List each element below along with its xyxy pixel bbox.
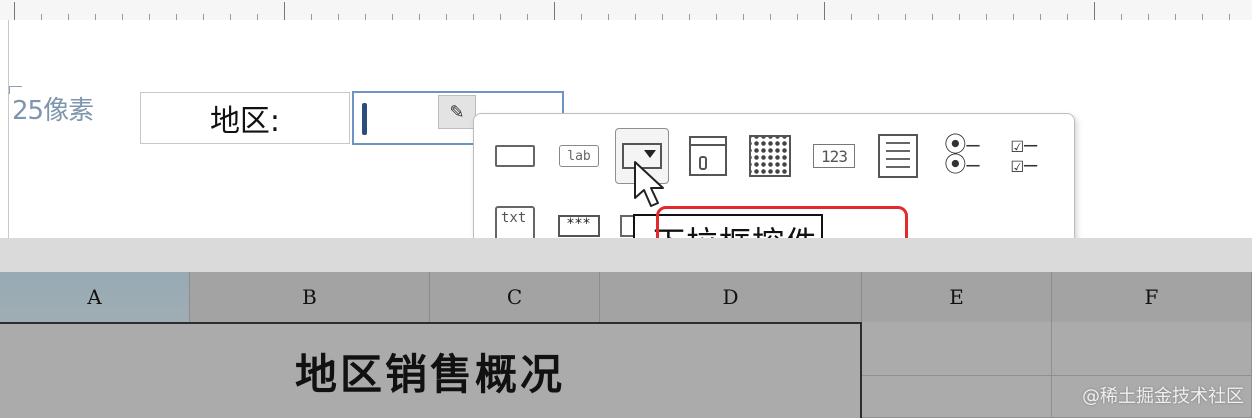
label-icon[interactable]: lab	[555, 132, 603, 180]
textarea-icon[interactable]	[874, 132, 922, 180]
number-icon-text: 123	[813, 144, 855, 168]
region-label-cell[interactable]: 地区:	[140, 92, 350, 144]
cell-e1[interactable]	[862, 322, 1052, 376]
column-header-c[interactable]: C	[430, 272, 600, 322]
label-icon-text: lab	[559, 145, 599, 167]
edit-pen-icon[interactable]: ✎	[438, 95, 476, 129]
ruler-tick	[14, 2, 15, 20]
password-icon-text: ***	[558, 215, 600, 237]
canvas-left-guide	[8, 20, 9, 238]
watermark: @稀土掘金技术社区	[1082, 386, 1244, 407]
ruler-tick	[554, 2, 555, 20]
text-box-icon[interactable]	[491, 132, 539, 180]
ruler-tick	[1094, 2, 1095, 20]
mouse-pointer-icon	[634, 161, 664, 207]
column-header-a[interactable]: A	[0, 272, 190, 322]
column-header-b[interactable]: B	[190, 272, 430, 322]
date-picker-icon[interactable]	[684, 132, 732, 180]
checkbox-group-icon[interactable]: ☑— ☑—	[1000, 132, 1048, 180]
ruler-tick	[824, 2, 825, 20]
column-header-e[interactable]: E	[862, 272, 1052, 322]
cell-f1[interactable]	[1052, 322, 1252, 376]
sheet-top-band	[0, 238, 1252, 272]
radio-group-icon[interactable]: ⦿— ⦿—	[938, 132, 986, 180]
row-height-label: 25像素	[12, 96, 94, 126]
ruler-tick	[284, 2, 285, 20]
cell-e2[interactable]	[862, 376, 1052, 418]
sheet-title-cell[interactable]: 地区销售概况	[0, 322, 862, 418]
horizontal-ruler	[0, 0, 1252, 21]
text-caret	[362, 103, 367, 135]
column-header-f[interactable]: F	[1052, 272, 1252, 322]
number-icon[interactable]: 123	[810, 132, 858, 180]
calendar-icon[interactable]	[746, 132, 794, 180]
column-header-d[interactable]: D	[600, 272, 862, 322]
